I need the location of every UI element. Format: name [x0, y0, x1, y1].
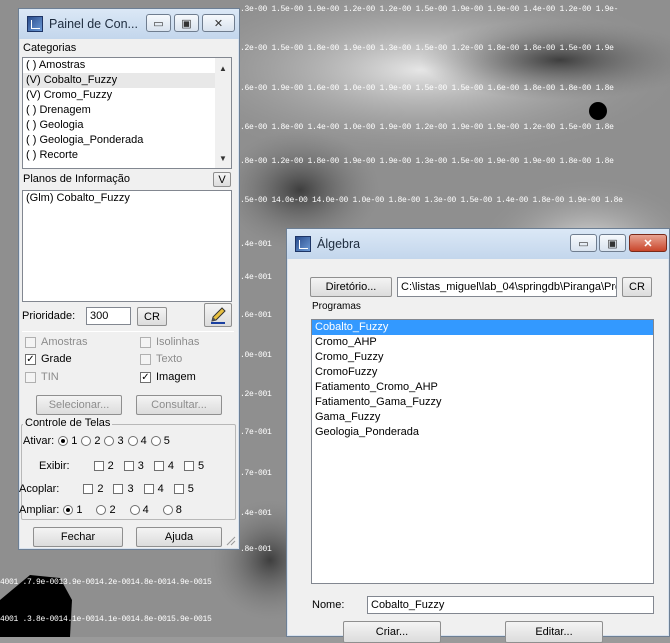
- diretorio-button[interactable]: Diretório...: [310, 277, 392, 297]
- pencil-button[interactable]: [204, 303, 232, 327]
- raster-value-label: 4001 .7.9e-0013.9e-0014.2e-0014.8e-0014.…: [0, 578, 212, 587]
- list-item[interactable]: Gama_Fuzzy: [312, 410, 653, 425]
- raster-value-label: .8e-001: [240, 545, 272, 554]
- pencil-icon: [211, 307, 226, 324]
- nome-input[interactable]: Cobalto_Fuzzy: [367, 596, 654, 614]
- painel-titlebar[interactable]: Painel de Con... ▭ ▣ ✕: [19, 9, 239, 39]
- prioridade-input[interactable]: 300: [86, 307, 131, 325]
- raster-value-label: .7e-001: [240, 469, 272, 478]
- list-item[interactable]: Fatiamento_Cromo_AHP: [312, 380, 653, 395]
- programas-label: Programas: [312, 301, 361, 312]
- minimize-button[interactable]: ▭: [570, 234, 597, 252]
- scroll-up-icon[interactable]: ▲: [215, 60, 231, 76]
- isolinhas-checkbox[interactable]: Isolinhas: [140, 336, 199, 348]
- raster-value-label: .0e-001: [240, 351, 272, 360]
- nome-label: Nome:: [312, 599, 345, 611]
- list-item[interactable]: Fatiamento_Gama_Fuzzy: [312, 395, 653, 410]
- tin-checkbox[interactable]: TIN: [25, 371, 59, 383]
- raster-value-label: .5e-00 14.0e-00 14.0e-00 1.0e-00 1.8e-00…: [240, 196, 623, 205]
- list-item[interactable]: (Glm) Cobalto_Fuzzy: [23, 191, 231, 206]
- list-item[interactable]: Cobalto_Fuzzy: [312, 320, 653, 335]
- raster-value-label: .6e-00 1.8e-00 1.4e-00 1.0e-00 1.9e-00 1…: [240, 123, 614, 132]
- app-icon: [295, 236, 311, 252]
- raster-value-label: .4e-001: [240, 273, 272, 282]
- raster-value-label: .7e-001: [240, 428, 272, 437]
- close-button[interactable]: ✕: [629, 234, 667, 252]
- texto-checkbox[interactable]: Texto: [140, 353, 182, 365]
- editar-button[interactable]: Editar...: [505, 621, 603, 643]
- list-item[interactable]: (V) Cobalto_Fuzzy: [23, 73, 231, 88]
- algebra-titlebar[interactable]: Álgebra ▭ ▣ ✕: [287, 229, 669, 259]
- app-icon: [27, 16, 43, 32]
- list-item[interactable]: ( ) Geologia_Ponderada: [23, 133, 231, 148]
- fechar-button[interactable]: Fechar: [33, 527, 123, 547]
- ajuda-button[interactable]: Ajuda: [136, 527, 222, 547]
- imagem-checkbox[interactable]: ✓ Imagem: [140, 371, 196, 383]
- separator: [22, 331, 234, 332]
- criar-button[interactable]: Criar...: [343, 621, 441, 643]
- list-item[interactable]: ( ) Drenagem: [23, 103, 231, 118]
- list-item[interactable]: (V) Cromo_Fuzzy: [23, 88, 231, 103]
- prioridade-cr-button[interactable]: CR: [137, 307, 167, 326]
- categorias-list[interactable]: ( ) Amostras (V) Cobalto_Fuzzy (V) Cromo_F…: [22, 57, 232, 169]
- painel-controle-window[interactable]: Painel de Con... ▭ ▣ ✕ Categorias ( ) Am…: [18, 8, 240, 550]
- list-item[interactable]: Cromo_Fuzzy: [312, 350, 653, 365]
- raster-value-label: .6e-00 1.9e-00 1.6e-00 1.0e-00 1.9e-00 1…: [240, 84, 614, 93]
- diretorio-cr-button[interactable]: CR: [622, 277, 652, 297]
- planos-list[interactable]: (Glm) Cobalto_Fuzzy: [22, 190, 232, 302]
- raster-value-label: .2e-001: [240, 390, 272, 399]
- close-button[interactable]: ✕: [202, 14, 235, 32]
- list-item[interactable]: ( ) Amostras: [23, 58, 231, 73]
- ampliar-row[interactable]: Ampliar: 1 2 4 8: [19, 504, 182, 516]
- ativar-row[interactable]: Ativar: 1 2 3 4 5: [23, 435, 170, 447]
- list-item[interactable]: ( ) Recorte: [23, 148, 231, 163]
- controle-telas-label: Controle de Telas: [23, 417, 113, 429]
- raster-value-label: .4e-001: [240, 240, 272, 249]
- amostras-checkbox[interactable]: Amostras: [25, 336, 87, 348]
- scroll-down-icon[interactable]: ▼: [215, 150, 231, 166]
- raster-value-label: .8e-00 1.2e-00 1.8e-00 1.9e-00 1.9e-00 1…: [240, 157, 614, 166]
- programas-list[interactable]: Cobalto_Fuzzy Cromo_AHP Cromo_Fuzzy CromoFu…: [311, 319, 654, 584]
- raster-value-label: .6e-001: [240, 311, 272, 320]
- raster-value-label: 4001 .3.8e-0014.1e-0014.1e-0014.8e-0015.…: [0, 615, 212, 624]
- consultar-button[interactable]: Consultar...: [136, 395, 222, 415]
- painel-title: Painel de Con...: [49, 17, 138, 31]
- planos-label: Planos de Informação: [23, 173, 131, 185]
- minimize-button[interactable]: ▭: [146, 14, 171, 32]
- list-item[interactable]: ( ) Geologia: [23, 118, 231, 133]
- categorias-scrollbar[interactable]: ▲ ▼: [215, 58, 231, 168]
- selecionar-button[interactable]: Selecionar...: [36, 395, 122, 415]
- raster-value-label: .2e-00 1.5e-00 1.8e-00 1.9e-00 1.3e-00 1…: [240, 44, 614, 53]
- acoplar-row[interactable]: Acoplar: 2 3 4 5: [19, 483, 194, 495]
- list-item[interactable]: Cromo_AHP: [312, 335, 653, 350]
- maximize-button[interactable]: ▣: [174, 14, 199, 32]
- raster-value-label: .4e-001: [240, 509, 272, 518]
- diretorio-path-field[interactable]: C:\listas_miguel\lab_04\springdb\Piranga…: [397, 277, 617, 297]
- categorias-label: Categorias: [23, 42, 77, 54]
- algebra-title: Álgebra: [317, 237, 361, 251]
- list-item[interactable]: CromoFuzzy: [312, 365, 653, 380]
- list-item[interactable]: Geologia_Ponderada: [312, 425, 653, 440]
- grade-checkbox[interactable]: ✓ Grade: [25, 353, 72, 365]
- resize-grip-icon[interactable]: [224, 534, 236, 546]
- prioridade-label: Prioridade:: [22, 310, 76, 322]
- planos-v-button[interactable]: V: [213, 172, 231, 187]
- exibir-row[interactable]: Exibir: 2 3 4 5: [39, 460, 204, 472]
- raster-value-label: .3e-00 1.5e-00 1.9e-00 1.2e-00 1.2e-00 1…: [240, 5, 619, 14]
- algebra-window[interactable]: Álgebra ▭ ▣ ✕ Diretório... C:\listas_mig…: [286, 228, 670, 643]
- maximize-button[interactable]: ▣: [599, 234, 626, 252]
